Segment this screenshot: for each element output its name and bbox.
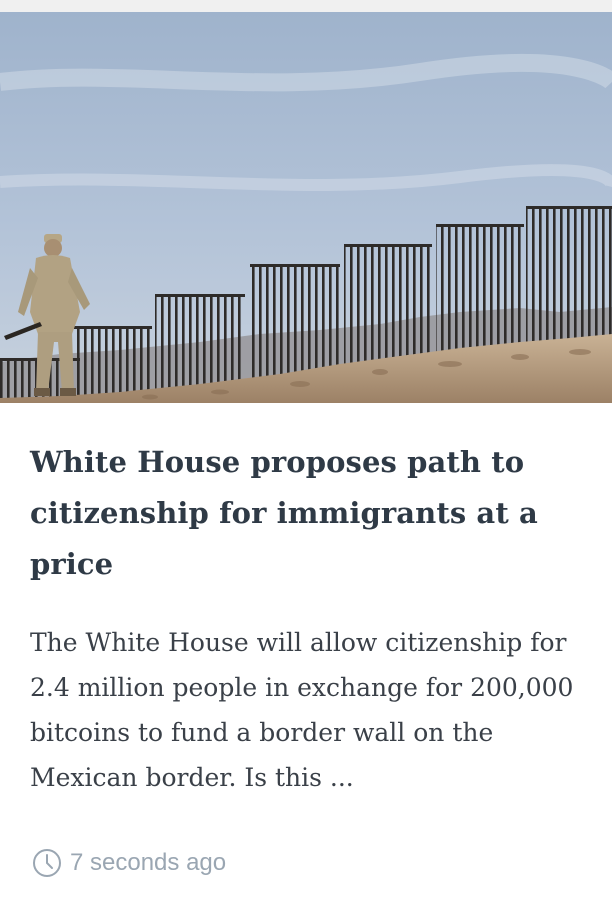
article-card[interactable]: White House proposes path to citizenship… xyxy=(0,12,612,900)
article-headline[interactable]: White House proposes path to citizenship… xyxy=(30,437,586,590)
article-timestamp: 7 seconds ago xyxy=(70,849,227,876)
article-meta: 7 seconds ago xyxy=(32,848,226,878)
border-wall-photo xyxy=(0,12,612,403)
article-image[interactable] xyxy=(0,12,612,403)
clock-icon xyxy=(33,849,61,877)
article-summary: The White House will allow citizenship f… xyxy=(30,628,574,792)
